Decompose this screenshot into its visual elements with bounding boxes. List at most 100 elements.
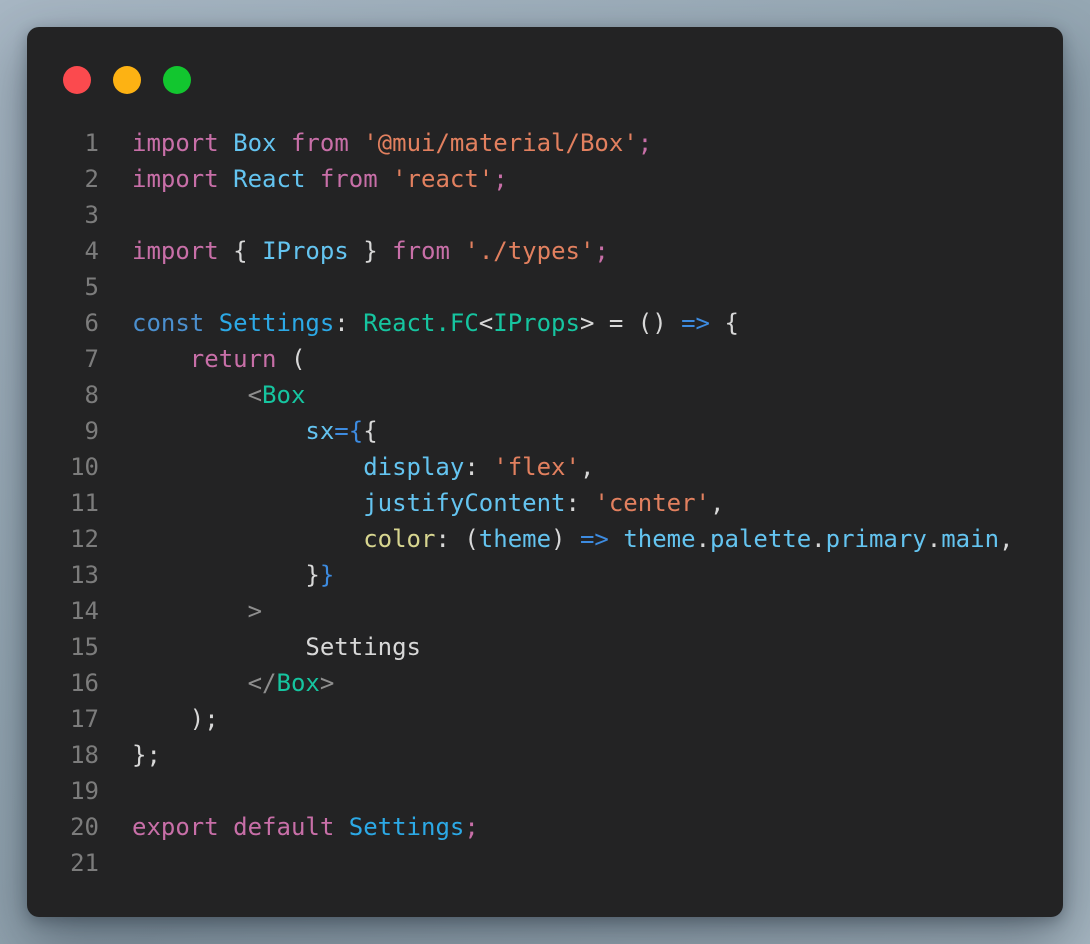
token-ckw: const [132, 309, 219, 337]
token-wh [132, 597, 248, 625]
line-content: ); [99, 701, 219, 737]
token-wh: { [233, 237, 262, 265]
minimize-button[interactable] [113, 66, 141, 94]
token-wh: ) [551, 525, 580, 553]
line-content: color: (theme) => theme.palette.primary.… [99, 521, 1013, 557]
window-titlebar [63, 66, 191, 94]
line-number: 14 [27, 593, 99, 629]
line-content: const Settings: React.FC<IProps> = () =>… [99, 305, 739, 341]
code-line: 1import Box from '@mui/material/Box'; [27, 125, 1063, 161]
token-kw: import [132, 237, 233, 265]
token-imp: display [363, 453, 464, 481]
token-imp: Box [233, 129, 276, 157]
token-wh [132, 525, 363, 553]
token-wh [132, 489, 363, 517]
token-wh: ); [132, 705, 219, 733]
line-number: 18 [27, 737, 99, 773]
code-editor: 1import Box from '@mui/material/Box';2im… [27, 125, 1063, 881]
line-content [99, 773, 132, 809]
line-content: import { IProps } from './types'; [99, 233, 609, 269]
line-number: 3 [27, 197, 99, 233]
line-content: Settings [99, 629, 421, 665]
line-content: justifyContent: 'center', [99, 485, 724, 521]
line-number: 8 [27, 377, 99, 413]
token-wh [132, 381, 248, 409]
code-window: 1import Box from '@mui/material/Box';2im… [27, 27, 1063, 917]
token-imp: primary [826, 525, 927, 553]
token-wh [132, 345, 190, 373]
code-line: 7 return ( [27, 341, 1063, 377]
token-wh [132, 417, 305, 445]
token-op: ={ [334, 417, 363, 445]
line-number: 1 [27, 125, 99, 161]
token-kw: ; [594, 237, 608, 265]
line-number: 11 [27, 485, 99, 521]
token-wh: < [479, 309, 493, 337]
line-number: 21 [27, 845, 99, 881]
token-wh: > = () [580, 309, 681, 337]
line-number: 20 [27, 809, 99, 845]
token-kw: return [190, 345, 277, 373]
token-imp: main [941, 525, 999, 553]
token-var: Settings [219, 309, 335, 337]
code-line: 11 justifyContent: 'center', [27, 485, 1063, 521]
token-gray: < [248, 381, 262, 409]
token-imp: React [233, 165, 305, 193]
token-wh: : [565, 489, 594, 517]
code-line: 14 > [27, 593, 1063, 629]
line-content: }; [99, 737, 161, 773]
token-op: } [320, 561, 334, 589]
token-kw: from [277, 129, 364, 157]
token-gray: > [248, 597, 262, 625]
token-type: IProps [493, 309, 580, 337]
token-kw: ; [493, 165, 507, 193]
code-line: 10 display: 'flex', [27, 449, 1063, 485]
token-imp: IProps [262, 237, 349, 265]
token-kw: import [132, 165, 233, 193]
line-content [99, 845, 132, 881]
code-line: 16 </Box> [27, 665, 1063, 701]
line-content: }} [99, 557, 334, 593]
token-wh [132, 453, 363, 481]
line-number: 13 [27, 557, 99, 593]
token-op: => [580, 525, 609, 553]
line-number: 7 [27, 341, 99, 377]
code-line: 21 [27, 845, 1063, 881]
token-wh: } [349, 237, 392, 265]
line-number: 19 [27, 773, 99, 809]
token-imp: justifyContent [363, 489, 565, 517]
token-wh: : ( [435, 525, 478, 553]
token-wh: , [999, 525, 1013, 553]
line-content: sx={{ [99, 413, 378, 449]
token-imp: theme [623, 525, 695, 553]
token-wh: , [580, 453, 594, 481]
maximize-button[interactable] [163, 66, 191, 94]
token-gray: </ [248, 669, 277, 697]
close-button[interactable] [63, 66, 91, 94]
code-line: 8 <Box [27, 377, 1063, 413]
token-str: 'react' [392, 165, 493, 193]
token-imp: theme [479, 525, 551, 553]
line-content: display: 'flex', [99, 449, 594, 485]
token-type: Box [262, 381, 305, 409]
line-number: 17 [27, 701, 99, 737]
token-gray: > [320, 669, 334, 697]
token-kw: import [132, 129, 233, 157]
token-wh: : [334, 309, 363, 337]
line-content: export default Settings; [99, 809, 479, 845]
token-kw: ; [638, 129, 652, 157]
code-line: 17 ); [27, 701, 1063, 737]
line-number: 6 [27, 305, 99, 341]
token-op: => [681, 309, 710, 337]
code-line: 3 [27, 197, 1063, 233]
code-line: 12 color: (theme) => theme.palette.prima… [27, 521, 1063, 557]
line-content: > [99, 593, 262, 629]
token-wh: . [696, 525, 710, 553]
token-wh: Settings [132, 633, 421, 661]
token-yellow: color [363, 525, 435, 553]
code-line: 4import { IProps } from './types'; [27, 233, 1063, 269]
token-imp: palette [710, 525, 811, 553]
line-content: return ( [99, 341, 305, 377]
line-number: 10 [27, 449, 99, 485]
code-line: 13 }} [27, 557, 1063, 593]
